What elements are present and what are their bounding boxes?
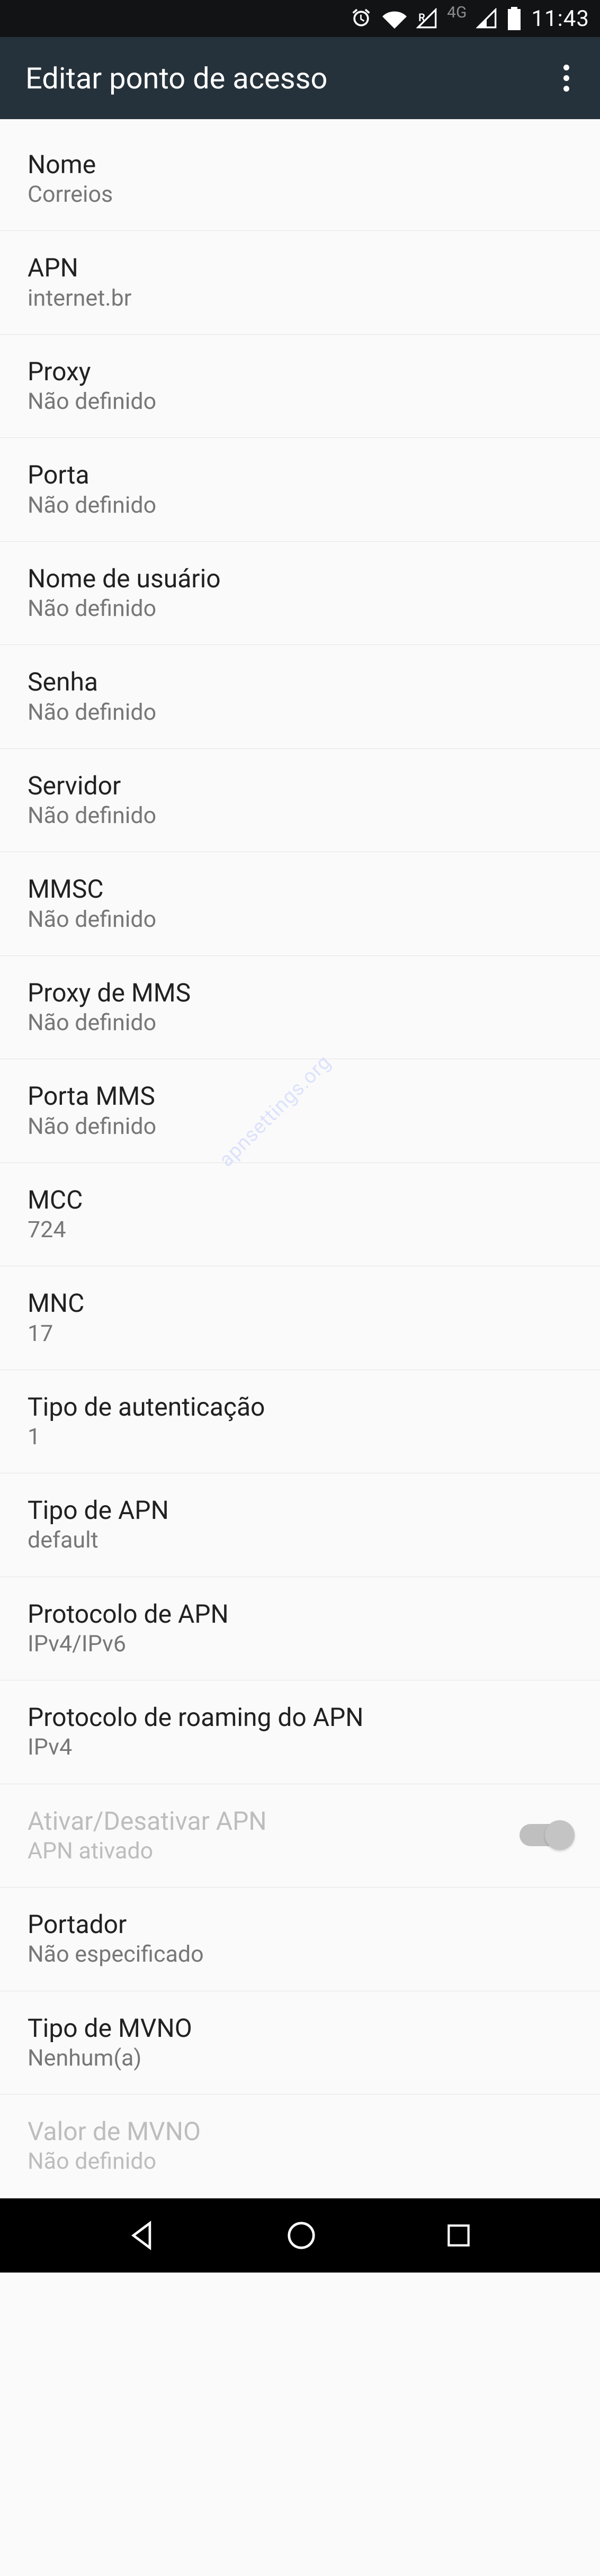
- apn-field-row: Ativar/Desativar APN APN ativado: [0, 1784, 600, 1888]
- apn-field-label: Portador: [28, 1910, 572, 1939]
- status-bar: R 4G 11:43: [0, 0, 600, 37]
- apn-field-label: Porta MMS: [28, 1081, 572, 1111]
- clock: 11:43: [531, 6, 589, 32]
- apn-field-value: Não definido: [28, 1114, 572, 1139]
- apn-field-value: 724: [28, 1218, 572, 1242]
- app-bar: Editar ponto de acesso: [0, 37, 600, 119]
- apn-field-value: Não definido: [28, 493, 572, 518]
- apn-field-row[interactable]: Nome de usuário Não definido: [0, 542, 600, 645]
- apn-field-label: Ativar/Desativar APN: [28, 1806, 520, 1836]
- apn-field-row[interactable]: Portador Não especificado: [0, 1888, 600, 1991]
- apn-field-label: Proxy de MMS: [28, 978, 572, 1007]
- apn-field-row[interactable]: Nome Correios: [0, 119, 600, 231]
- apn-field-label: Protocolo de APN: [28, 1599, 572, 1629]
- apn-field-row[interactable]: MMSC Não definido: [0, 852, 600, 955]
- apn-field-label: Tipo de APN: [28, 1496, 572, 1525]
- navigation-bar: [0, 2198, 600, 2273]
- apn-field-value: Não definido: [28, 1010, 572, 1035]
- apn-field-value: Não definido: [28, 389, 572, 414]
- apn-field-label: MMSC: [28, 874, 572, 904]
- apn-field-value: Não definido: [28, 803, 572, 828]
- alarm-icon: [350, 7, 373, 30]
- apn-field-row[interactable]: Porta MMS Não definido: [0, 1059, 600, 1162]
- apn-field-label: MCC: [28, 1185, 572, 1214]
- apn-field-value: default: [28, 1528, 572, 1553]
- apn-field-value: IPv4: [28, 1735, 572, 1760]
- apn-field-row[interactable]: Servidor Não definido: [0, 749, 600, 852]
- wifi-icon: [382, 8, 407, 29]
- apn-field-label: Proxy: [28, 357, 572, 386]
- apn-field-value: Não definido: [28, 2149, 572, 2174]
- apn-field-row: Valor de MVNO Não definido: [0, 2095, 600, 2198]
- signal-icon: [476, 8, 497, 29]
- apn-field-label: Valor de MVNO: [28, 2117, 572, 2146]
- apn-field-value: Não especificado: [28, 1942, 572, 1967]
- apn-field-row[interactable]: APN internet.br: [0, 231, 600, 334]
- apn-field-row[interactable]: Proxy Não definido: [0, 335, 600, 438]
- apn-field-row[interactable]: Porta Não definido: [0, 438, 600, 541]
- apn-field-row[interactable]: Proxy de MMS Não definido: [0, 956, 600, 1059]
- apn-field-label: Nome: [28, 150, 572, 179]
- apn-field-label: Protocolo de roaming do APN: [28, 1703, 572, 1732]
- apn-field-label: Servidor: [28, 771, 572, 800]
- network-type-label: 4G: [447, 3, 467, 22]
- apn-field-value: Não definido: [28, 700, 572, 725]
- apn-field-value: APN ativado: [28, 1839, 520, 1864]
- apn-field-row[interactable]: Tipo de autenticação 1: [0, 1370, 600, 1473]
- apn-field-value: Correios: [28, 182, 572, 207]
- apn-field-label: Porta: [28, 460, 572, 489]
- apn-field-label: Tipo de MVNO: [28, 2014, 572, 2043]
- nav-recent-button[interactable]: [444, 2221, 473, 2250]
- apn-field-row[interactable]: MNC 17: [0, 1266, 600, 1370]
- nav-back-button[interactable]: [127, 2219, 159, 2252]
- apn-field-label: Nome de usuário: [28, 564, 572, 593]
- apn-field-label: Tipo de autenticação: [28, 1392, 572, 1421]
- apn-field-value: Nenhum(a): [28, 2046, 572, 2071]
- apn-field-row[interactable]: MCC 724: [0, 1163, 600, 1266]
- apn-field-value: 1: [28, 1425, 572, 1450]
- apn-field-value: Não definido: [28, 907, 572, 932]
- apn-field-row[interactable]: Senha Não definido: [0, 645, 600, 748]
- apn-field-label: APN: [28, 253, 572, 282]
- overflow-menu-button[interactable]: [558, 59, 575, 97]
- apn-field-label: MNC: [28, 1289, 572, 1318]
- apn-field-row[interactable]: Protocolo de roaming do APN IPv4: [0, 1680, 600, 1784]
- apn-field-row[interactable]: Protocolo de APN IPv4/IPv6: [0, 1577, 600, 1680]
- apn-field-row[interactable]: Tipo de APN default: [0, 1473, 600, 1577]
- apn-field-value: 17: [28, 1321, 572, 1346]
- apn-field-value: IPv4/IPv6: [28, 1632, 572, 1657]
- battery-icon: [507, 7, 522, 30]
- settings-list: Nome Correios APN internet.br Proxy Não defin…: [0, 119, 600, 2198]
- nav-home-button[interactable]: [285, 2219, 318, 2252]
- page-title: Editar ponto de acesso: [25, 61, 558, 96]
- apn-field-value: internet.br: [28, 286, 572, 311]
- signal-roaming-icon: R: [416, 8, 437, 29]
- apn-field-value: Não definido: [28, 596, 572, 621]
- apn-field-row[interactable]: Tipo de MVNO Nenhum(a): [0, 1991, 600, 2095]
- apn-field-label: Senha: [28, 667, 572, 696]
- apn-enable-toggle: [520, 1824, 572, 1846]
